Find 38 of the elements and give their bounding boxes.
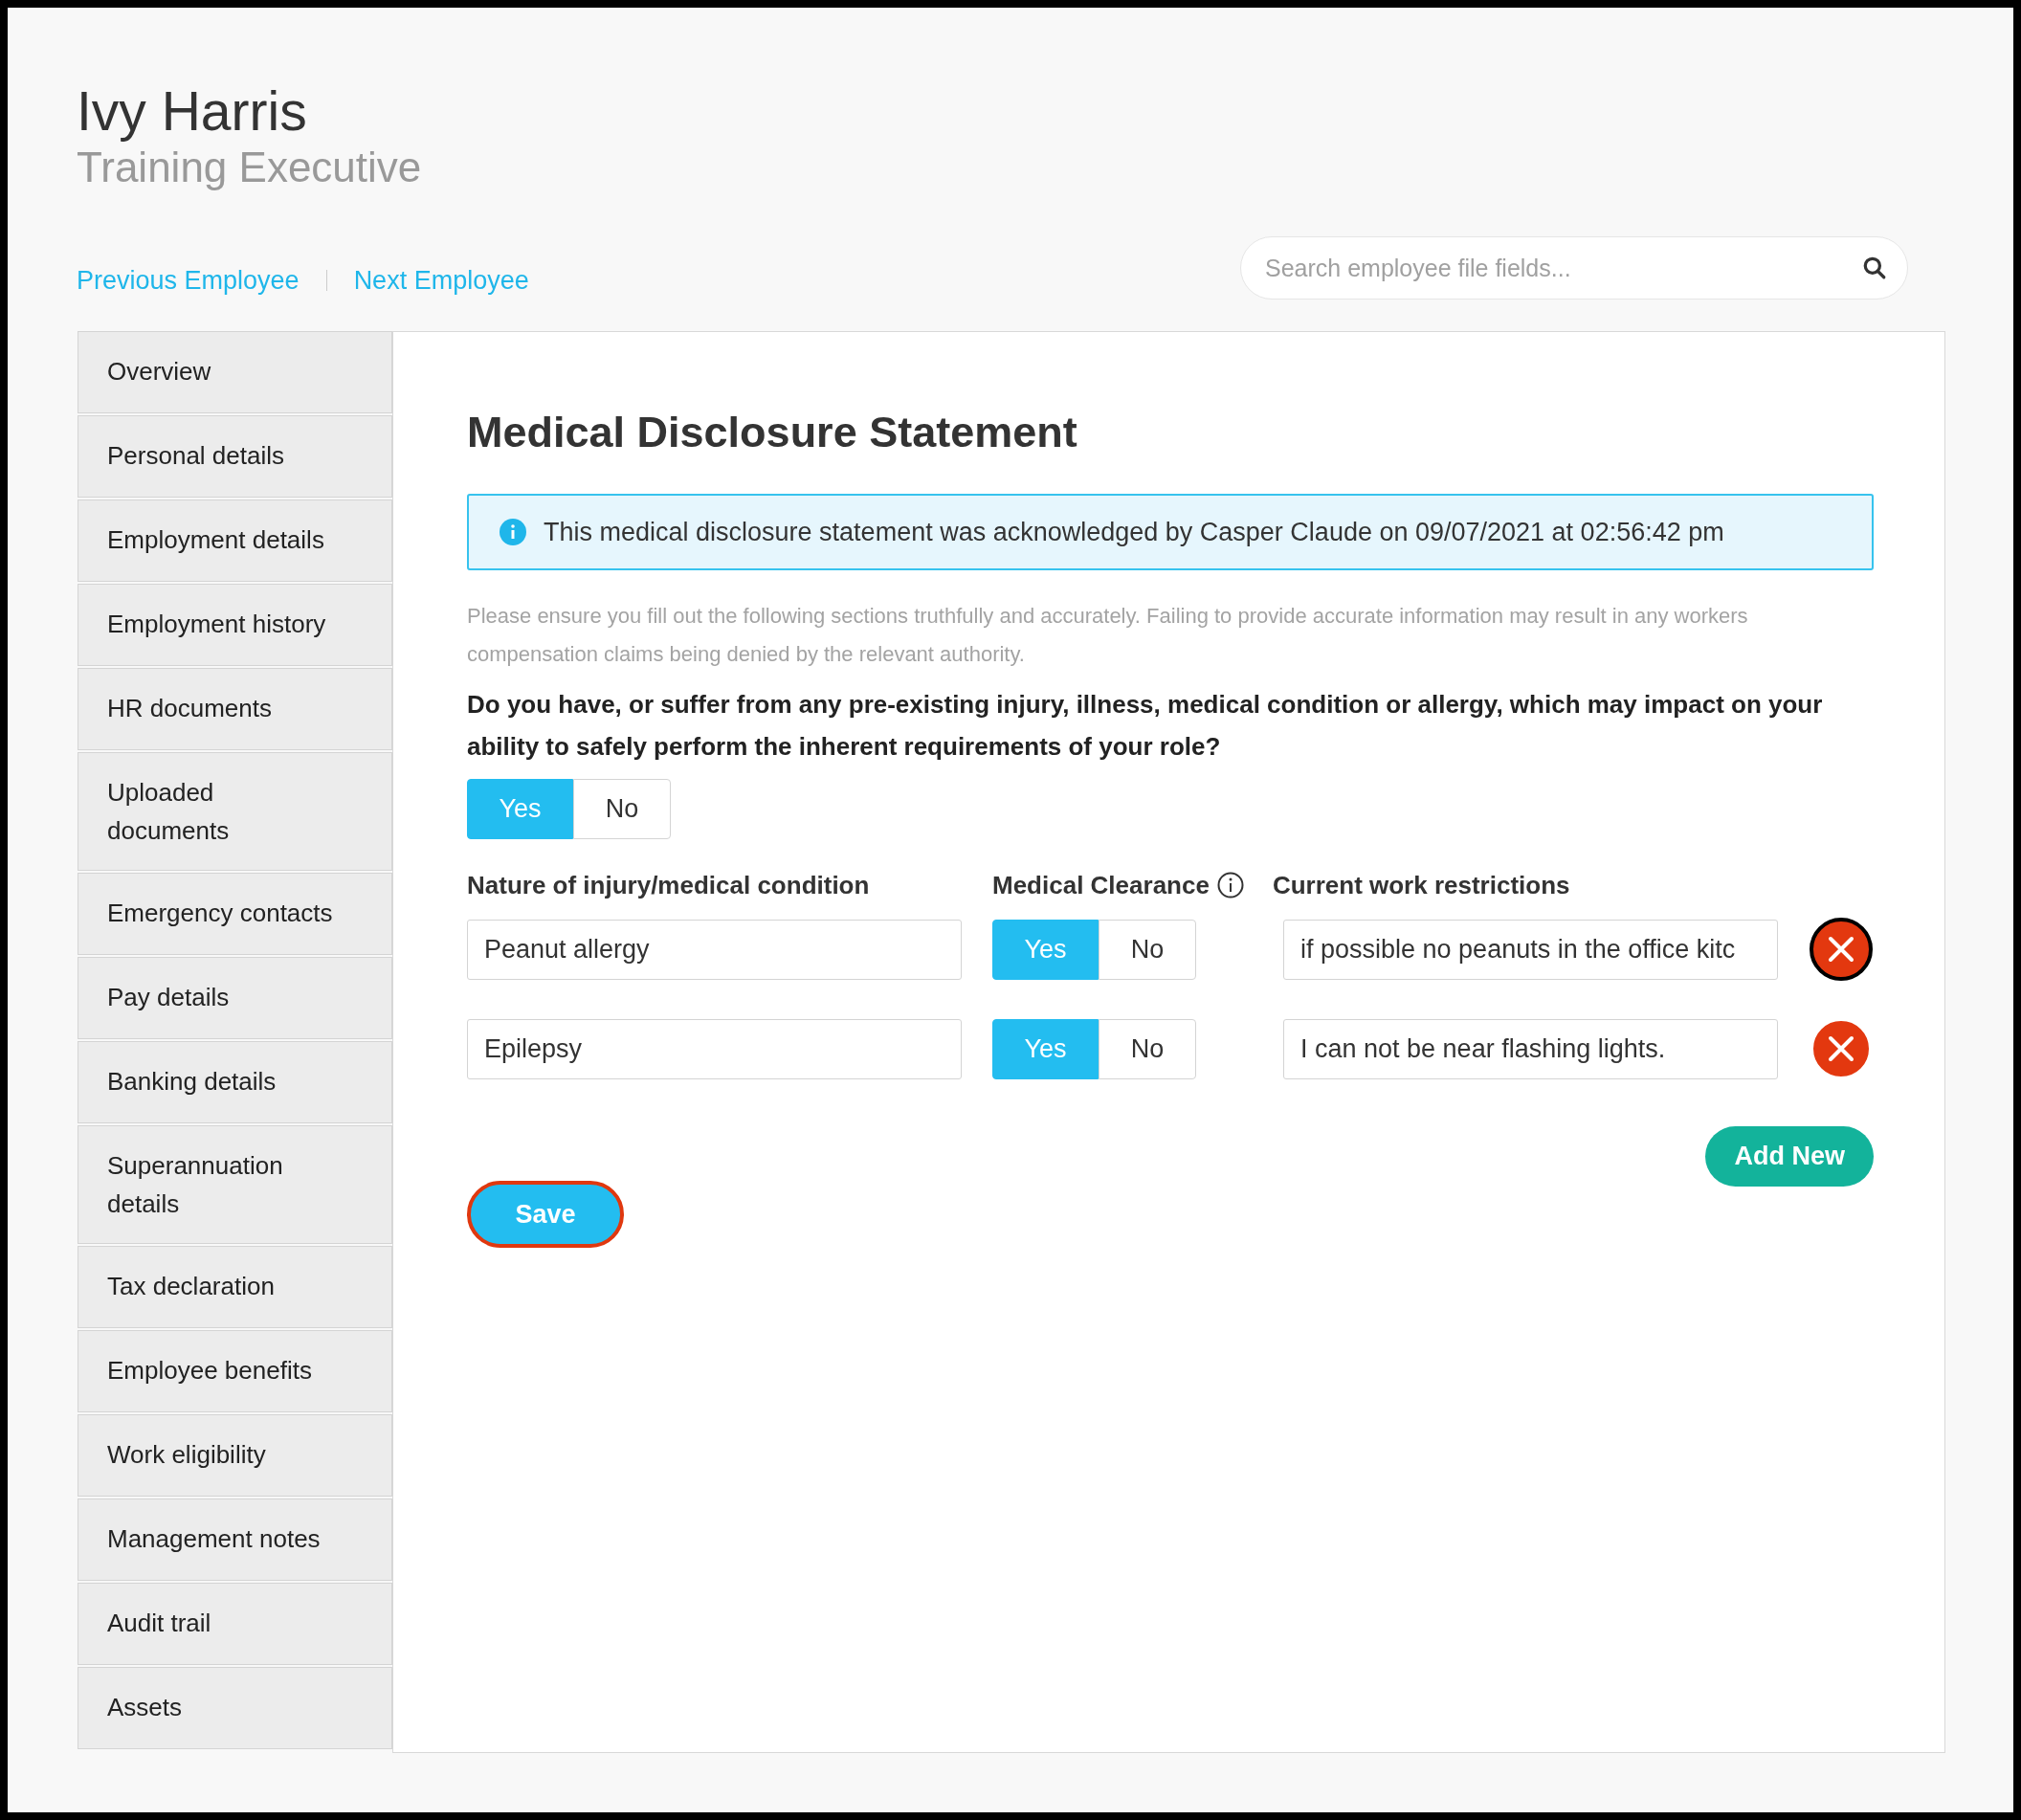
column-header: Medical Clearance <box>992 869 1210 901</box>
toggle-option[interactable]: No <box>1099 1018 1196 1079</box>
sidebar-item[interactable]: Employment details <box>78 499 392 582</box>
column-header: Current work restrictions <box>1272 869 1570 901</box>
sidebar-item[interactable]: Pay details <box>78 957 392 1039</box>
sidebar-item[interactable]: Tax declaration <box>78 1246 392 1328</box>
search-icon <box>1862 255 1887 280</box>
close-icon <box>1827 935 1855 964</box>
restrictions-field[interactable]: if possible no peanuts in the office kitc <box>1283 919 1778 980</box>
info-icon[interactable] <box>1216 872 1244 899</box>
sidebar-item[interactable]: Overview <box>78 331 392 413</box>
toggle-option[interactable]: No <box>573 779 671 839</box>
sidebar-item[interactable]: HR documents <box>78 668 392 750</box>
column-header: Nature of injury/medical condition <box>467 869 871 901</box>
sidebar-item[interactable]: Employee benefits <box>78 1330 392 1412</box>
toggle-option[interactable]: No <box>1099 919 1196 980</box>
close-icon <box>1827 1034 1855 1063</box>
restrictions-field[interactable]: I can not be near flashing lights. <box>1283 1018 1778 1079</box>
section-heading: Medical Disclosure Statement <box>467 407 1078 458</box>
sidebar-item[interactable]: Superannuation details <box>78 1125 392 1244</box>
employee-name: Ivy Harris <box>77 80 308 142</box>
condition-field[interactable]: Peanut allergy <box>467 919 962 980</box>
acknowledgement-text: This medical disclosure statement was acknowledged by Casper Claude on 09/07/2021 at 02:56:42 pm <box>544 516 1724 548</box>
employee-title: Training Executive <box>77 143 423 192</box>
sidebar-item[interactable]: Assets <box>78 1667 392 1749</box>
sidebar-item[interactable]: Management notes <box>78 1498 392 1581</box>
sidebar-item[interactable]: Employment history <box>78 584 392 666</box>
condition-field[interactable]: Epilepsy <box>467 1018 962 1079</box>
sidebar-item[interactable]: Uploaded documents <box>78 752 392 871</box>
sidebar-item[interactable]: Audit trail <box>78 1583 392 1665</box>
sidebar-item[interactable]: Banking details <box>78 1041 392 1123</box>
sidebar-item[interactable]: Emergency contacts <box>78 873 392 955</box>
info-icon <box>500 519 526 545</box>
question-text: Do you have, or suffer from any pre-existing injury, illness, medical condition or allergy, which may impact on your ability to safely perform the inherent requirements of your role? <box>467 689 1824 763</box>
sidebar-item[interactable]: Work eligibility <box>78 1414 392 1497</box>
search-field[interactable]: Search employee file fields... <box>1240 236 1908 300</box>
intro-text: Please ensure you fill out the following sections truthfully and accurately. Failing to provide accurate information may result in any workers compensation claims being denied by the relevant authority. <box>467 603 1749 668</box>
sidebar-item[interactable]: Personal details <box>78 415 392 498</box>
